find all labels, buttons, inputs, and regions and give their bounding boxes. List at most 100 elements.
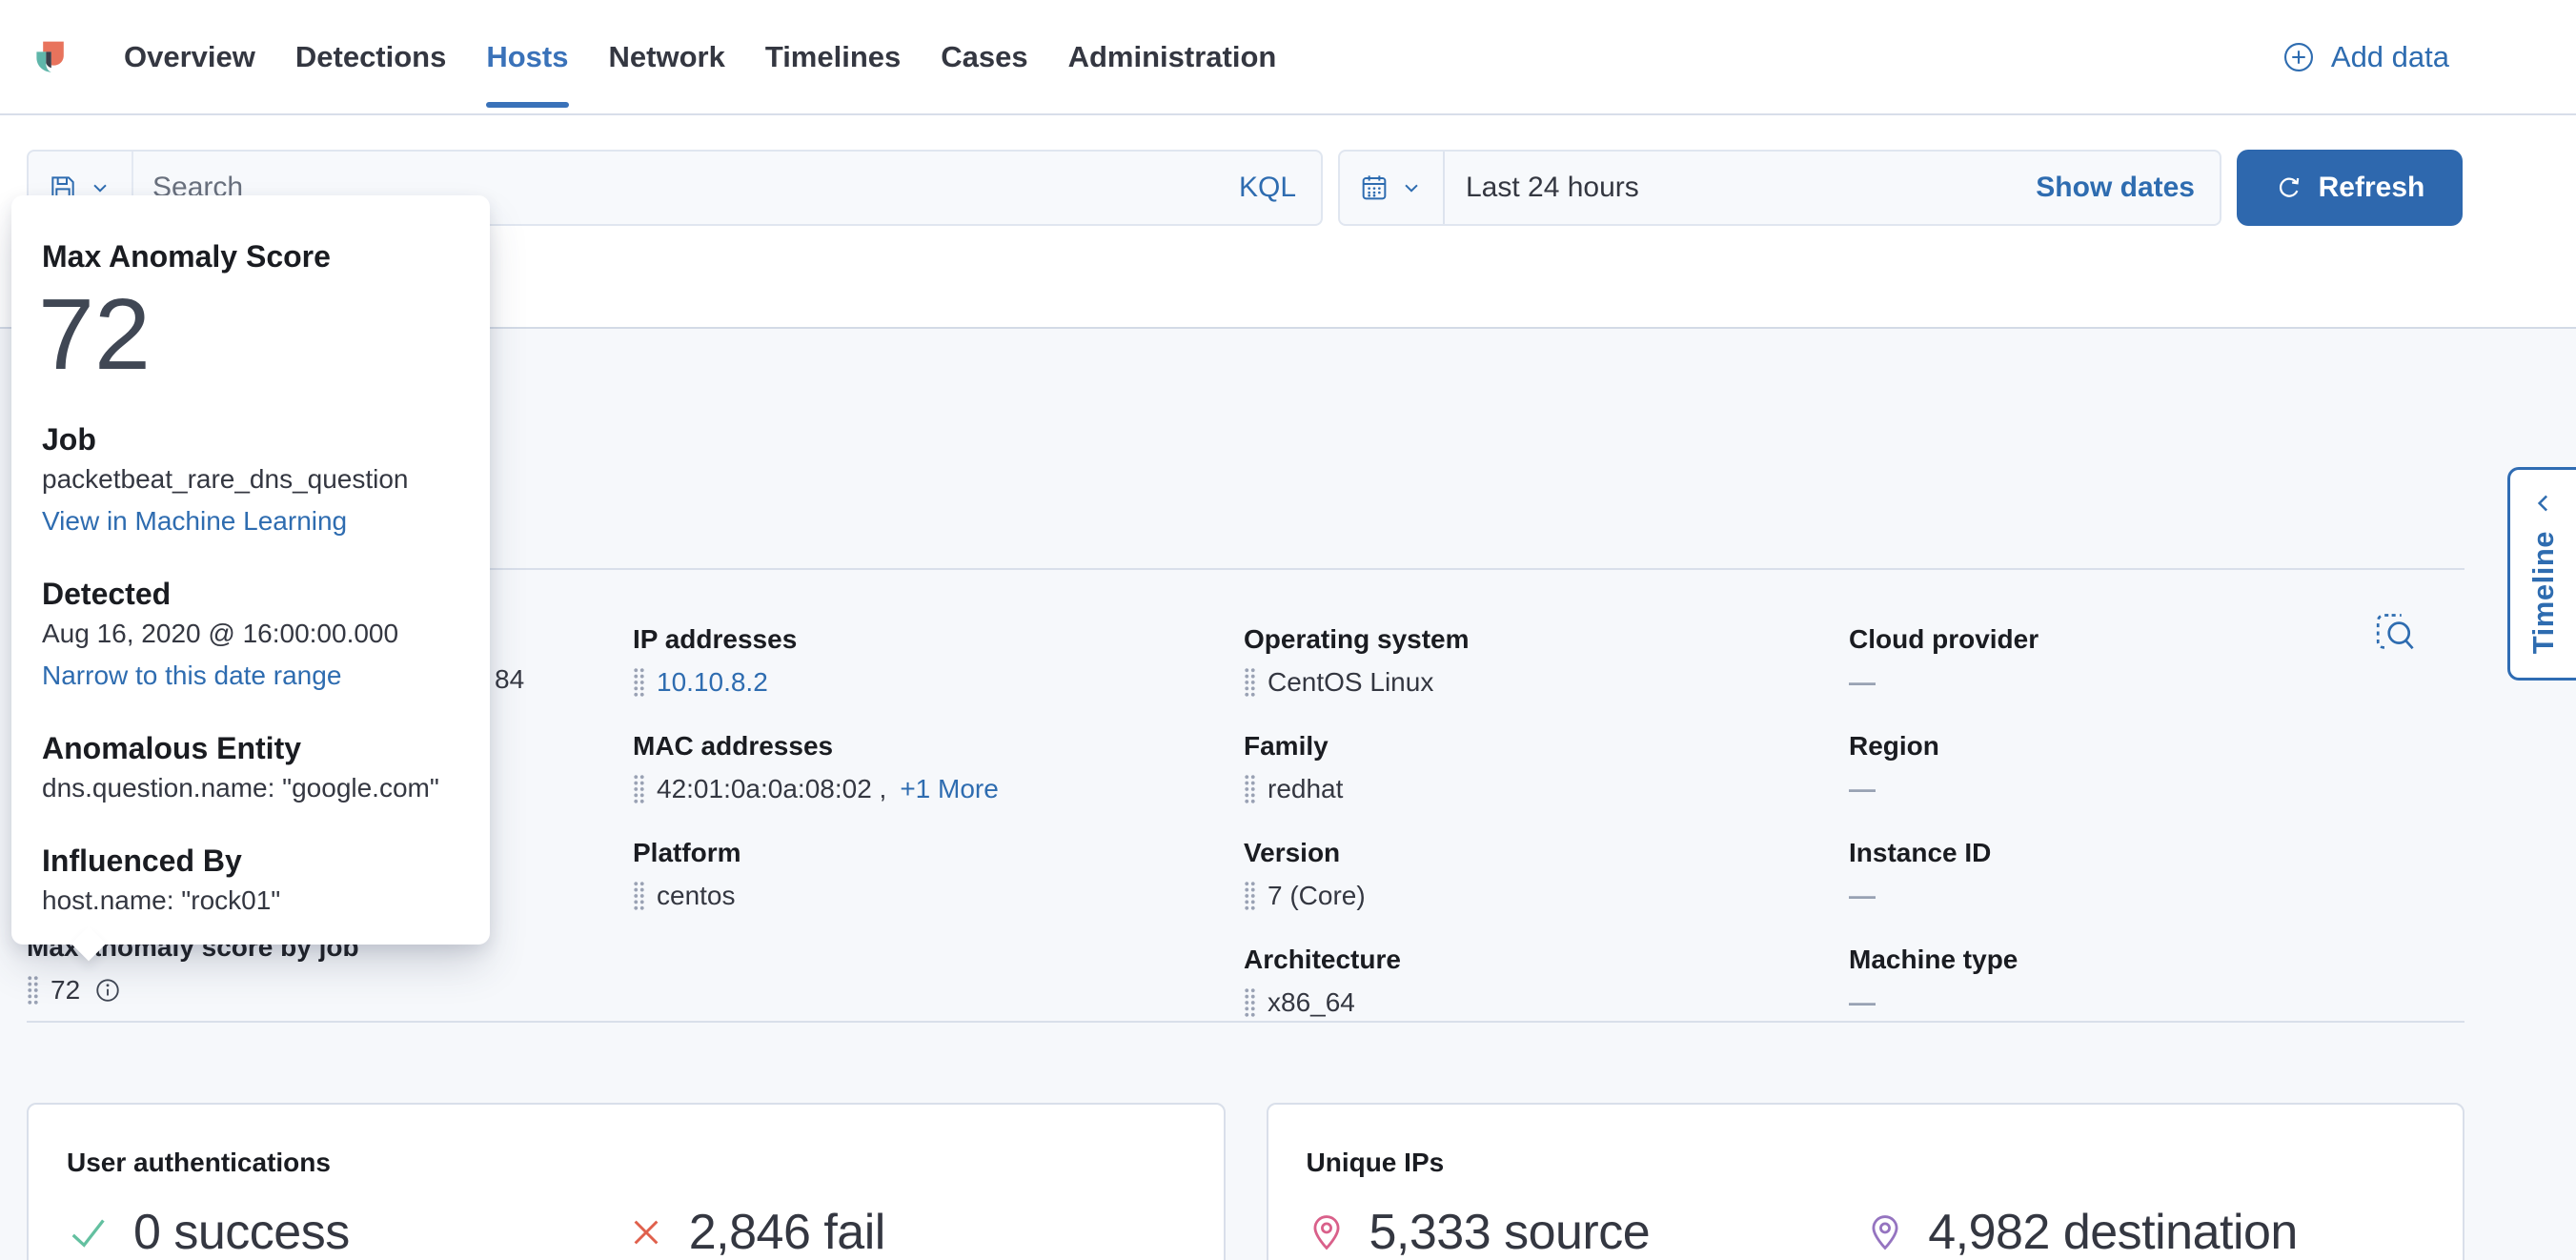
popover-job-section: Job packetbeat_rare_dns_question View in…: [42, 420, 459, 542]
popover-influenced-section: Influenced By host.name: "rock01": [42, 842, 459, 922]
popover-detected-section: Detected Aug 16, 2020 @ 16:00:00.000 Nar…: [42, 575, 459, 697]
field-ip-addresses: IP addresses 10.10.8.2: [633, 623, 1244, 700]
query-language-toggle[interactable]: KQL: [1239, 172, 1321, 204]
add-data-button[interactable]: Add data: [2282, 0, 2449, 113]
auth-fail-stat: 2,846 fail: [626, 1204, 1186, 1260]
job-name: packetbeat_rare_dns_question: [42, 458, 459, 500]
auth-success-stat: 0 success: [67, 1204, 626, 1260]
drag-handle[interactable]: [633, 667, 645, 698]
popover-score-title: Max Anomaly Score: [42, 237, 459, 275]
field-label: Platform: [633, 837, 1244, 869]
elastic-security-logo-icon: [23, 27, 84, 88]
add-data-label: Add data: [2331, 40, 2449, 74]
field-label: Family: [1244, 730, 1849, 762]
nav-tab-detections[interactable]: Detections: [295, 0, 446, 113]
nav-tab-overview[interactable]: Overview: [124, 0, 255, 113]
ip-address-link[interactable]: 10.10.8.2: [657, 665, 768, 700]
influenced-by-value: host.name: "rock01": [42, 880, 459, 922]
empty-value-dash: —: [1849, 772, 1876, 806]
nav-tab-cases[interactable]: Cases: [941, 0, 1027, 113]
field-label: Region: [1849, 730, 2464, 762]
field-label: Architecture: [1244, 944, 1849, 976]
map-pin-icon: [1307, 1210, 1347, 1254]
time-range-label[interactable]: Last 24 hours: [1466, 172, 1639, 204]
view-in-machine-learning-link[interactable]: View in Machine Learning: [42, 500, 459, 542]
empty-value-dash: —: [1849, 986, 1876, 1020]
nav-tab-administration[interactable]: Administration: [1068, 0, 1277, 113]
drag-handle[interactable]: [633, 774, 645, 804]
chevron-left-icon: [2529, 489, 2558, 518]
narrow-date-range-link[interactable]: Narrow to this date range: [42, 655, 459, 697]
drag-handle[interactable]: [1244, 667, 1256, 698]
field-label: Version: [1244, 837, 1849, 869]
anomalous-entity-value: dns.question.name: "google.com": [42, 767, 459, 809]
field-instance-id: Instance ID —: [1849, 837, 2464, 913]
drag-handle[interactable]: [633, 881, 645, 911]
auth-success-value: 0 success: [133, 1204, 350, 1260]
card-title: User authentications: [67, 1147, 1186, 1179]
field-architecture: Architecture x86_64: [1244, 944, 1849, 1020]
field-label: Operating system: [1244, 623, 1849, 656]
influenced-by-title: Influenced By: [42, 842, 459, 880]
check-icon: [67, 1210, 111, 1254]
x-icon: [626, 1212, 666, 1252]
drag-handle[interactable]: [1244, 881, 1256, 911]
job-title: Job: [42, 420, 459, 458]
destination-ips-value: 4,982 destination: [1928, 1204, 2298, 1260]
field-family: Family redhat: [1244, 730, 1849, 806]
plus-circle-icon: [2282, 40, 2316, 74]
popover-score-value: 72: [38, 281, 459, 388]
show-more-link[interactable]: +1 More: [900, 772, 999, 806]
os-value: CentOS Linux: [1268, 665, 1433, 700]
source-ips-stat: 5,333 source: [1307, 1204, 1866, 1260]
drag-handle[interactable]: [1244, 987, 1256, 1018]
timeline-toggle-button[interactable]: Timeline: [2507, 467, 2576, 681]
date-picker-bar: Last 24 hours Show dates: [1338, 150, 2221, 226]
field-machine-type: Machine type —: [1849, 944, 2464, 1020]
top-navigation: Overview Detections Hosts Network Timeli…: [0, 0, 2576, 115]
field-region: Region —: [1849, 730, 2464, 806]
field-operating-system: Operating system CentOS Linux: [1244, 623, 1849, 700]
family-value: redhat: [1268, 772, 1343, 806]
nav-tab-timelines[interactable]: Timelines: [765, 0, 901, 113]
empty-value-dash: —: [1849, 879, 1876, 913]
map-pin-icon: [1865, 1210, 1905, 1254]
mac-address-value: 42:01:0a:0a:08:02 ,: [657, 772, 886, 806]
refresh-label: Refresh: [2319, 172, 2425, 204]
detected-timestamp: Aug 16, 2020 @ 16:00:00.000: [42, 613, 459, 655]
nav-tab-hosts[interactable]: Hosts: [486, 0, 568, 113]
field-label: Instance ID: [1849, 837, 2464, 869]
field-mac-addresses: MAC addresses 42:01:0a:0a:08:02 , +1 Mor…: [633, 730, 1244, 806]
refresh-button[interactable]: Refresh: [2237, 150, 2463, 226]
field-label: IP addresses: [633, 623, 1244, 656]
show-dates-button[interactable]: Show dates: [2036, 172, 2220, 204]
info-icon[interactable]: [93, 976, 122, 1005]
unique-ips-card: Unique IPs 5,333 source: [1267, 1103, 2465, 1260]
inspect-icon: [2374, 611, 2416, 657]
security-hosts-page: Overview Detections Hosts Network Timeli…: [0, 0, 2576, 1260]
date-picker-menu-button[interactable]: [1340, 152, 1445, 224]
anomalous-entity-title: Anomalous Entity: [42, 729, 459, 767]
detected-title: Detected: [42, 575, 459, 613]
refresh-icon: [2275, 173, 2303, 202]
version-value: 7 (Core): [1268, 879, 1366, 913]
user-authentications-card: User authentications 0 success: [27, 1103, 1226, 1260]
main-nav: Overview Detections Hosts Network Timeli…: [124, 0, 1276, 113]
anomaly-score-popover: Max Anomaly Score 72 Job packetbeat_rare…: [11, 195, 490, 945]
drag-handle[interactable]: [1244, 774, 1256, 804]
field-version: Version 7 (Core): [1244, 837, 1849, 913]
nav-tab-network[interactable]: Network: [609, 0, 725, 113]
field-label: MAC addresses: [633, 730, 1244, 762]
inspect-button[interactable]: [2374, 611, 2416, 657]
auth-fail-value: 2,846 fail: [689, 1204, 885, 1260]
architecture-value: x86_64: [1268, 986, 1355, 1020]
drag-handle[interactable]: [27, 975, 39, 1006]
kpi-cards-row: User authentications 0 success: [27, 1103, 2464, 1260]
chevron-down-icon: [1399, 175, 1424, 200]
platform-value: centos: [657, 879, 736, 913]
overview-column-4: Cloud provider — Region — Instance ID —: [1849, 623, 2464, 1050]
card-title: Unique IPs: [1307, 1147, 2425, 1179]
field-label: Machine type: [1849, 944, 2464, 976]
empty-value-dash: —: [1849, 665, 1876, 700]
field-platform: Platform centos: [633, 837, 1244, 913]
